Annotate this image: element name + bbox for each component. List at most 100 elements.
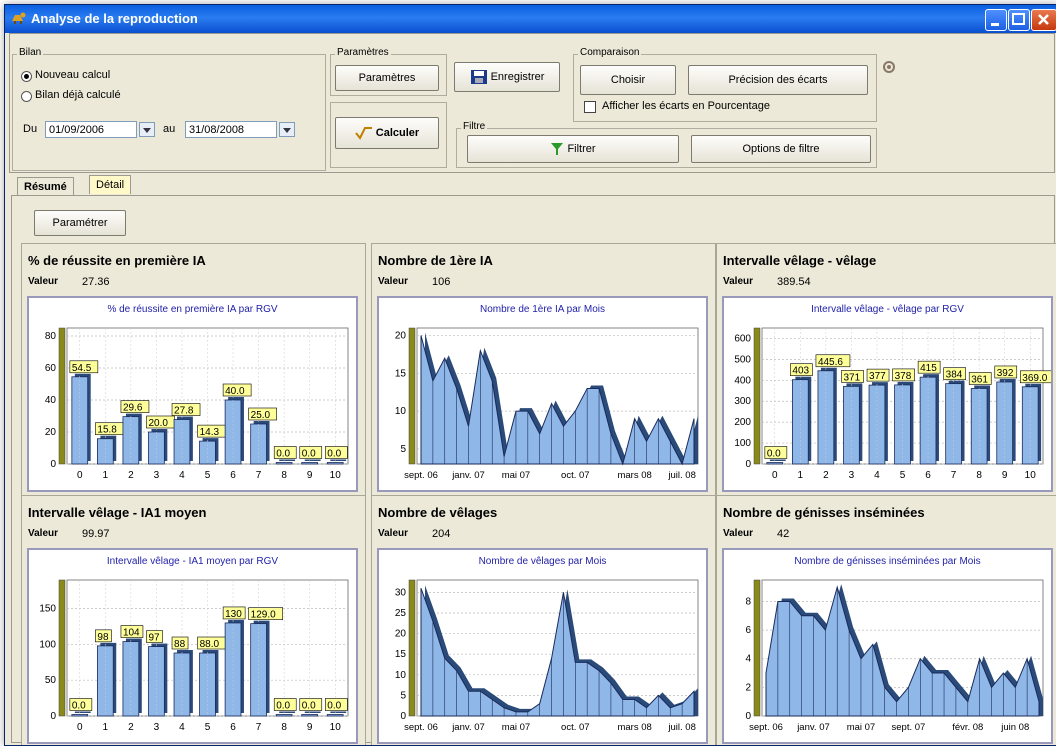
y-tick-label: 15 xyxy=(395,368,407,379)
parametrer-label: Paramétrer xyxy=(52,217,108,229)
comparaison-legend: Comparaison xyxy=(578,47,642,58)
chart-wall xyxy=(408,579,416,717)
radio-bilan-calcule[interactable] xyxy=(21,91,32,102)
minimize-button[interactable] xyxy=(985,9,1007,31)
chart-title: Intervalle vêlage - vêlage par RGV xyxy=(811,304,964,315)
precision-ecarts-button[interactable]: Précision des écarts xyxy=(688,65,868,95)
data-label: 384 xyxy=(946,370,963,381)
enregistrer-label: Enregistrer xyxy=(490,71,545,83)
choisir-button[interactable]: Choisir xyxy=(580,65,676,95)
parametrer-button[interactable]: Paramétrer xyxy=(34,210,126,236)
date-start-field[interactable]: 01/09/2006 xyxy=(45,121,137,138)
chart-title: Nombre de génisses inséminées par Mois xyxy=(794,556,980,567)
calculer-group: Calculer xyxy=(330,102,447,168)
data-label: 378 xyxy=(895,371,912,382)
chart-area: Nombre de génisses inséminées par Mois 0 2… xyxy=(722,548,1053,744)
y-tick-label: 40 xyxy=(45,395,57,406)
data-label: 403 xyxy=(792,366,809,377)
options-filtre-button[interactable]: Options de filtre xyxy=(691,135,871,163)
chart-area: Intervalle vêlage - vêlage par RGV 0 100 20… xyxy=(722,296,1053,492)
card-value: 389.54 xyxy=(777,276,811,288)
chart-genisses: Nombre de génisses inséminées par Mois 0 2… xyxy=(745,556,1044,733)
data-label: 0.0 xyxy=(327,449,341,460)
data-label: 0.0 xyxy=(302,449,316,460)
filtre-legend: Filtre xyxy=(461,121,488,132)
card-title: % de réussite en première IA xyxy=(28,253,206,268)
x-tick-label: 10 xyxy=(330,470,342,481)
calculer-label: Calculer xyxy=(375,127,420,139)
data-label: 361 xyxy=(971,374,988,385)
x-tick-label: juil. 08 xyxy=(667,470,695,481)
x-tick-label: mars 08 xyxy=(617,722,651,733)
x-tick-label: 9 xyxy=(307,470,313,481)
chart-title: Nombre de 1ère IA par Mois xyxy=(480,304,605,315)
data-label: 371 xyxy=(843,372,860,383)
tab-resume[interactable]: Résumé xyxy=(17,177,74,196)
y-tick-label: 10 xyxy=(395,406,407,417)
chart-area: Nombre de 1ère IA par Mois 5 10 15 20 sept. 0… xyxy=(377,296,708,492)
calculer-button[interactable]: Calculer xyxy=(335,117,439,149)
close-button[interactable] xyxy=(1031,9,1056,31)
tab-detail[interactable]: Détail xyxy=(89,175,132,194)
bar xyxy=(275,714,293,717)
chart-title: Intervalle vêlage - IA1 moyen par RGV xyxy=(107,556,279,567)
card-value: 204 xyxy=(432,528,451,540)
x-tick-label: 0 xyxy=(77,722,83,733)
x-tick-label: 2 xyxy=(823,470,829,481)
x-tick-label: 8 xyxy=(281,722,287,733)
x-tick-label: 10 xyxy=(330,722,342,733)
card-nombre-1ere-ia: Nombre de 1ère IA Valeur 106 Nombre de 1… xyxy=(371,243,716,497)
x-tick-label: 2 xyxy=(128,722,134,733)
x-tick-label: 7 xyxy=(256,470,262,481)
chart-wall xyxy=(408,327,416,465)
bilan-group: Bilan Nouveau calcul Bilan déjà calculé … xyxy=(12,47,326,171)
card-genisses: Nombre de génisses inséminées Valeur 42 … xyxy=(716,495,1056,745)
x-tick-label: 5 xyxy=(205,722,211,733)
radio-nouveau-calcul[interactable] xyxy=(21,71,32,82)
y-tick-label: 100 xyxy=(734,438,751,449)
y-tick-label: 30 xyxy=(395,587,407,598)
x-tick-label: juin 08 xyxy=(1000,722,1029,733)
date-end-dropdown[interactable] xyxy=(279,122,295,137)
bar-shadow xyxy=(279,711,296,713)
filtre-group: Filtre Filtrer Options de filtre xyxy=(456,121,877,168)
date-start-dropdown[interactable] xyxy=(139,122,155,137)
bar-shadow xyxy=(330,459,347,461)
data-label: 129.0 xyxy=(251,610,276,621)
y-tick-label: 0 xyxy=(400,711,406,722)
y-tick-label: 0 xyxy=(745,711,751,722)
card-title: Nombre de 1ère IA xyxy=(378,253,493,268)
y-tick-label: 0 xyxy=(50,711,56,722)
card-value: 27.36 xyxy=(82,276,110,288)
chart-intervalle-velage: Intervalle vêlage - vêlage par RGV010020… xyxy=(734,304,1051,481)
x-tick-label: juil. 08 xyxy=(667,722,695,733)
chart-title: % de réussite en première IA par RGV xyxy=(107,304,277,315)
title-bar[interactable]: Analyse de la reproduction xyxy=(5,5,1056,33)
enregistrer-button[interactable]: Enregistrer xyxy=(454,62,560,92)
filtrer-button[interactable]: Filtrer xyxy=(467,135,679,163)
x-tick-label: 4 xyxy=(874,470,880,481)
y-tick-label: 2 xyxy=(745,682,751,693)
x-tick-label: sept. 06 xyxy=(404,470,438,481)
y-tick-label: 80 xyxy=(45,331,57,342)
close-icon xyxy=(1038,14,1049,25)
bar xyxy=(326,462,344,465)
y-tick-label: 20 xyxy=(395,331,407,342)
au-label: au xyxy=(163,123,176,135)
maximize-button[interactable] xyxy=(1008,9,1030,31)
x-tick-label: 7 xyxy=(256,722,262,733)
filter-icon xyxy=(551,143,564,155)
date-end-field[interactable]: 31/08/2008 xyxy=(185,121,277,138)
options-filtre-label: Options de filtre xyxy=(742,143,820,155)
x-tick-label: 9 xyxy=(307,722,313,733)
data-label: 0.0 xyxy=(72,701,86,712)
parametres-button[interactable]: Paramètres xyxy=(335,65,439,91)
card-intervalle-velage: Intervalle vêlage - vêlage Valeur 389.54… xyxy=(716,243,1056,497)
data-label: 88.0 xyxy=(200,639,220,650)
pin-icon[interactable] xyxy=(882,60,896,74)
chart-area: % de réussite en première IA par RGV 0 20 4… xyxy=(27,296,358,492)
pourcentage-checkbox[interactable] xyxy=(584,101,596,113)
x-tick-label: mai 07 xyxy=(847,722,876,733)
x-tick-label: 8 xyxy=(281,470,287,481)
chart-area: Intervalle vêlage - IA1 moyen par RGV 0 5 0… xyxy=(27,548,358,744)
